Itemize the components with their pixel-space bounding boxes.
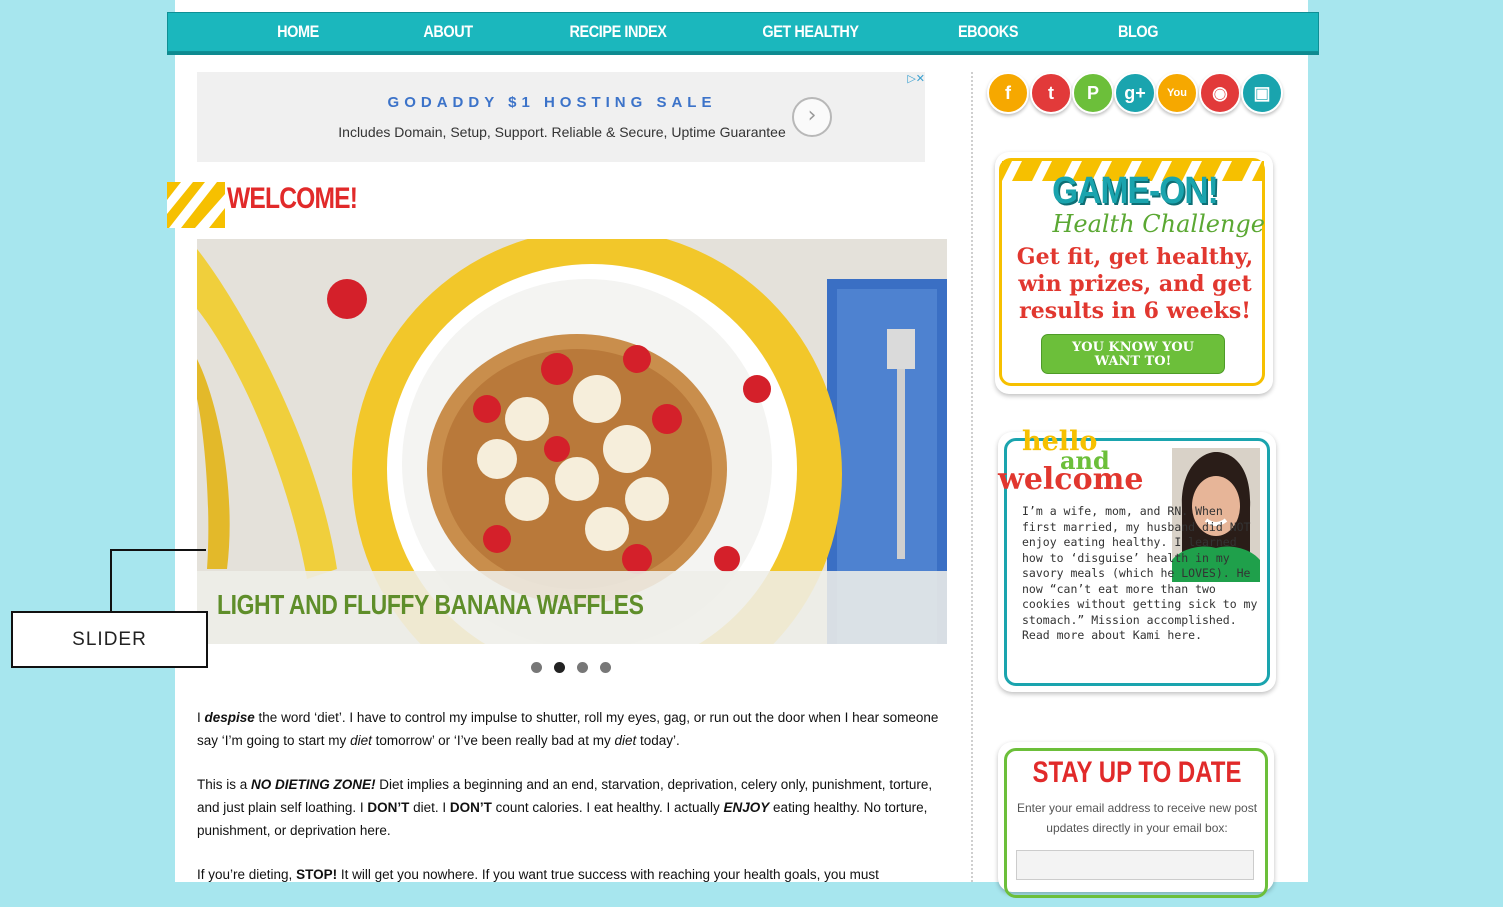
slider-dot[interactable] — [531, 662, 542, 673]
ad-banner[interactable]: GODADDY $1 HOSTING SALE Includes Domain,… — [197, 72, 925, 162]
instagram-icon[interactable]: ▣ — [1241, 72, 1283, 114]
game-on-button[interactable]: YOU KNOW YOU WANT TO! — [1041, 334, 1225, 374]
nav-blog[interactable]: BLOG — [1104, 13, 1172, 51]
rss-icon[interactable]: ◉ — [1199, 72, 1241, 114]
hello-welcome-widget[interactable]: hello and welcome I’m a wife, mom, and R… — [998, 426, 1276, 692]
twitter-icon[interactable]: t — [1030, 72, 1072, 114]
slider[interactable]: LIGHT AND FLUFFY BANANA WAFFLES — [197, 239, 947, 644]
ad-arrow-icon[interactable]: › — [792, 97, 832, 137]
google-plus-icon[interactable]: g+ — [1114, 72, 1156, 114]
main-nav: HOME ABOUT RECIPE INDEX GET HEALTHY EBOO… — [167, 12, 1319, 52]
annotation-connector — [110, 549, 112, 611]
game-on-subtitle: Health Challenge — [1052, 210, 1265, 238]
pinterest-icon[interactable]: P — [1072, 72, 1114, 114]
youtube-icon[interactable]: You — [1156, 72, 1198, 114]
game-on-widget[interactable]: GAME-ON! Health Challenge Get fit, get h… — [995, 152, 1273, 394]
game-on-title: GAME-ON! — [1052, 170, 1219, 212]
intro-text: I despise the word ‘diet’. I have to con… — [197, 706, 957, 907]
paragraph: I despise the word ‘diet’. I have to con… — [197, 710, 939, 748]
nav-ebooks[interactable]: EBOOKS — [950, 13, 1027, 51]
newsletter-title: STAY UP TO DATE — [1032, 756, 1242, 789]
page-title: WELCOME! — [227, 182, 358, 215]
welcome-word: welcome — [998, 462, 1144, 497]
slide-caption[interactable]: LIGHT AND FLUFFY BANANA WAFFLES — [197, 571, 947, 644]
hello-description: I’m a wife, mom, and RN. When first marr… — [1022, 504, 1258, 642]
newsletter-widget: STAY UP TO DATE Enter your email address… — [998, 742, 1274, 898]
paragraph: This is a NO DIETING ZONE! Diet implies … — [197, 777, 933, 838]
email-field[interactable] — [1016, 850, 1254, 880]
striped-flag-icon — [167, 182, 225, 228]
slider-dot-active[interactable] — [554, 662, 565, 673]
ad-close-icon[interactable]: ▷✕ — [895, 72, 925, 86]
paragraph: If you’re dieting, STOP! It will get you… — [197, 867, 879, 882]
nav-recipe-index[interactable]: RECIPE INDEX — [567, 13, 669, 51]
facebook-icon[interactable]: f — [987, 72, 1029, 114]
slider-dot[interactable] — [577, 662, 588, 673]
annotation-label: SLIDER — [11, 611, 208, 668]
sidebar-divider — [971, 72, 973, 882]
newsletter-description: Enter your email address to receive new … — [1016, 801, 1258, 835]
nav-about[interactable]: ABOUT — [414, 13, 482, 51]
game-on-description: Get fit, get healthy, win prizes, and ge… — [1016, 244, 1254, 324]
nav-get-healthy[interactable]: GET HEALTHY — [757, 13, 863, 51]
slider-dot[interactable] — [600, 662, 611, 673]
nav-home[interactable]: HOME — [264, 13, 332, 51]
annotation-connector — [110, 549, 206, 551]
slide-caption-title[interactable]: LIGHT AND FLUFFY BANANA WAFFLES — [217, 589, 644, 621]
